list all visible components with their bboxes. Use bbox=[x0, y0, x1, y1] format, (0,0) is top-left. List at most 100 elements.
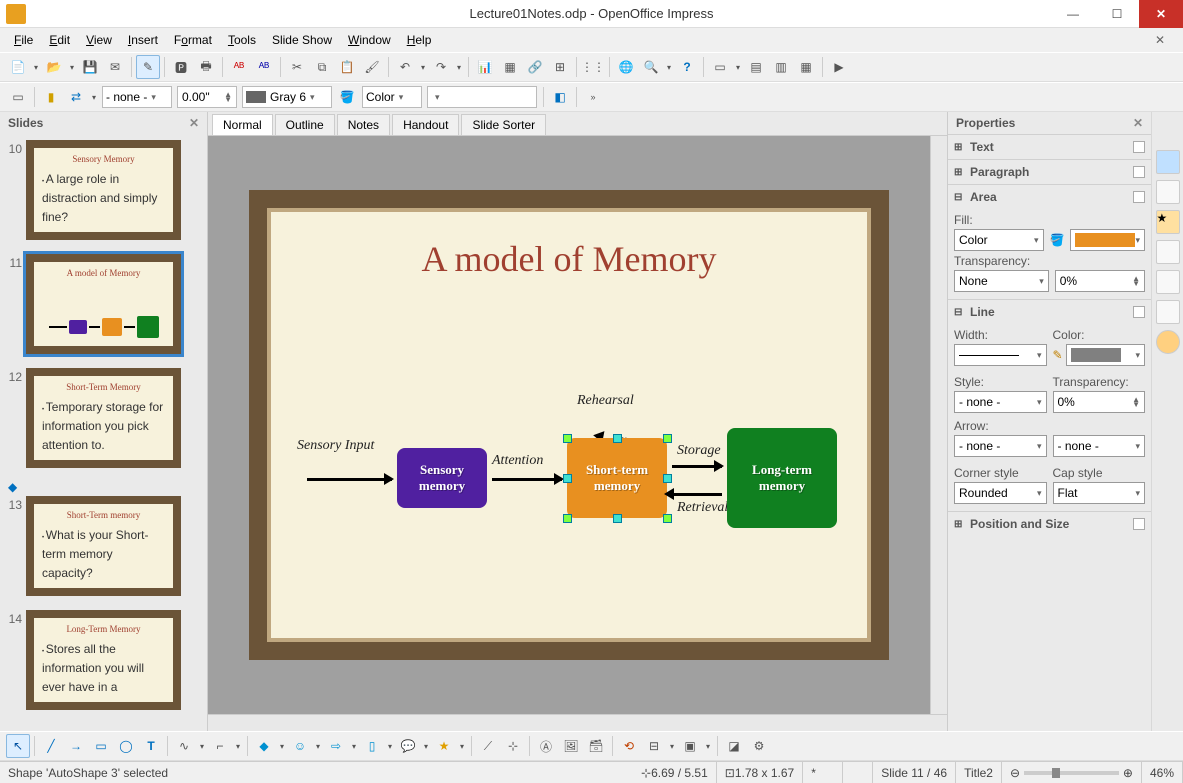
ellipse-tool-icon[interactable]: ◯ bbox=[114, 734, 138, 758]
slide-thumb[interactable]: 10 Sensory Memory• A large role in distr… bbox=[4, 138, 203, 242]
zoom-slider[interactable]: ⊖⊕ bbox=[1002, 762, 1142, 783]
gallery-icon[interactable]: 🗃 bbox=[584, 734, 608, 758]
shadow-icon[interactable]: ◧ bbox=[548, 85, 572, 109]
spellcheck-icon[interactable]: ᴬᴮ bbox=[227, 55, 251, 79]
flowchart-icon[interactable]: ▯ bbox=[360, 734, 384, 758]
fill-bucket-icon[interactable]: 🪣 bbox=[1050, 233, 1065, 247]
chart-icon[interactable]: 📊 bbox=[473, 55, 497, 79]
close-button[interactable]: ✕ bbox=[1139, 0, 1183, 28]
cut-icon[interactable]: ✂ bbox=[285, 55, 309, 79]
redo-icon[interactable]: ↷ bbox=[429, 55, 453, 79]
callouts-icon[interactable]: 💬 bbox=[396, 734, 420, 758]
corner-style-select[interactable]: Rounded▾ bbox=[954, 482, 1047, 504]
edit-icon[interactable]: ✎ bbox=[136, 55, 160, 79]
tab-notes[interactable]: Notes bbox=[337, 114, 390, 135]
cap-style-select[interactable]: Flat▾ bbox=[1053, 482, 1146, 504]
gallery-tab-icon[interactable] bbox=[1156, 300, 1180, 324]
pencil-icon[interactable]: ✎ bbox=[1053, 348, 1063, 362]
stars-icon[interactable]: ★ bbox=[432, 734, 456, 758]
master-pages-tab-icon[interactable] bbox=[1156, 180, 1180, 204]
align-icon[interactable]: ⊟ bbox=[642, 734, 666, 758]
save-icon[interactable]: 💾 bbox=[78, 55, 102, 79]
collapse-icon[interactable]: ⊟ bbox=[954, 307, 966, 318]
dropdown-icon[interactable]: ▾ bbox=[233, 734, 243, 758]
highlight-icon[interactable]: ▮ bbox=[39, 85, 63, 109]
status-zoom[interactable]: 46% bbox=[1142, 762, 1183, 783]
line-transparency-spinner[interactable]: 0%▲▼ bbox=[1053, 391, 1146, 413]
slide-thumb[interactable]: 11 A model of Memory bbox=[4, 252, 203, 356]
select-arrow-icon[interactable]: ↖ bbox=[6, 734, 30, 758]
line-style-select[interactable]: - none -▾ bbox=[954, 391, 1047, 413]
rotate-icon[interactable]: ⟲ bbox=[617, 734, 641, 758]
open-icon[interactable]: 📂 bbox=[42, 55, 66, 79]
line-width-spinner[interactable]: 0.00"▲▼ bbox=[177, 86, 237, 108]
slide-master-icon[interactable]: ▦ bbox=[794, 55, 818, 79]
tab-handout[interactable]: Handout bbox=[392, 114, 459, 135]
email-icon[interactable]: ✉ bbox=[103, 55, 127, 79]
section-options-icon[interactable] bbox=[1133, 166, 1145, 178]
styles-tab-icon[interactable] bbox=[1156, 270, 1180, 294]
menu-slideshow[interactable]: Slide Show bbox=[264, 30, 340, 50]
area-color-select[interactable]: ▾ bbox=[427, 86, 537, 108]
points-edit-icon[interactable]: ⟋ bbox=[476, 734, 500, 758]
transparency-spinner[interactable]: 0%▲▼ bbox=[1055, 270, 1145, 292]
slide-title[interactable]: A model of Memory bbox=[267, 238, 871, 280]
dropdown-icon[interactable]: ▾ bbox=[454, 55, 464, 79]
slide-thumb[interactable]: 14 Long-Term Memory• Stores all the info… bbox=[4, 608, 203, 712]
dropdown-icon[interactable]: ▾ bbox=[457, 734, 467, 758]
expand-icon[interactable]: ⊞ bbox=[954, 167, 966, 178]
document-close-icon[interactable]: ✕ bbox=[1147, 30, 1173, 50]
arrow-end-select[interactable]: - none -▾ bbox=[1053, 435, 1146, 457]
custom-animation-tab-icon[interactable]: ★ bbox=[1156, 210, 1180, 234]
fontwork-icon[interactable]: Ⓐ bbox=[534, 734, 558, 758]
slide-layout-icon[interactable]: ▤ bbox=[744, 55, 768, 79]
panel-close-icon[interactable]: ✕ bbox=[1133, 116, 1143, 130]
dropdown-icon[interactable]: ▾ bbox=[31, 55, 41, 79]
maximize-button[interactable]: ☐ bbox=[1095, 0, 1139, 28]
line-color-select[interactable]: Gray 6▾ bbox=[242, 86, 332, 108]
section-options-icon[interactable] bbox=[1133, 141, 1145, 153]
autospell-icon[interactable]: ᴬᴮ bbox=[252, 55, 276, 79]
dropdown-icon[interactable]: ▾ bbox=[703, 734, 713, 758]
area-mode-select[interactable]: Color▾ bbox=[362, 86, 422, 108]
dropdown-icon[interactable]: ▾ bbox=[385, 734, 395, 758]
box-longterm-memory[interactable]: Long-term memory bbox=[727, 428, 837, 528]
print-icon[interactable]: 🖶 bbox=[194, 55, 218, 79]
section-area[interactable]: Area bbox=[970, 190, 997, 204]
section-options-icon[interactable] bbox=[1133, 518, 1145, 530]
section-possize[interactable]: Position and Size bbox=[970, 517, 1069, 531]
fill-bucket-icon[interactable]: 🪣 bbox=[335, 85, 359, 109]
slide-transition-tab-icon[interactable] bbox=[1156, 240, 1180, 264]
dropdown-icon[interactable]: ▾ bbox=[197, 734, 207, 758]
dropdown-icon[interactable]: ▾ bbox=[89, 85, 99, 109]
section-options-icon[interactable] bbox=[1133, 306, 1145, 318]
rectangle-tool-icon[interactable]: ▭ bbox=[89, 734, 113, 758]
dropdown-icon[interactable]: ▾ bbox=[418, 55, 428, 79]
box-sensory-memory[interactable]: Sensory memory bbox=[397, 448, 487, 508]
vertical-scrollbar[interactable] bbox=[930, 136, 947, 714]
zoom-icon[interactable]: 🌐 bbox=[614, 55, 638, 79]
section-text[interactable]: Text bbox=[970, 140, 994, 154]
slide-thumb[interactable]: 12 Short-Term Memory• Temporary storage … bbox=[4, 366, 203, 470]
tab-outline[interactable]: Outline bbox=[275, 114, 335, 135]
line-endcap-icon[interactable]: ⇄ bbox=[64, 85, 88, 109]
expand-icon[interactable]: ⊞ bbox=[954, 519, 966, 530]
arrow-select-icon[interactable]: ▭ bbox=[6, 85, 30, 109]
line-style-select[interactable]: - none -▾ bbox=[102, 86, 172, 108]
slides-list[interactable]: 10 Sensory Memory• A large role in distr… bbox=[0, 134, 207, 731]
slide-canvas-viewport[interactable]: A model of Memory Sensory Input Sensory … bbox=[208, 136, 930, 714]
slide-design-icon[interactable]: ▥ bbox=[769, 55, 793, 79]
line-tool-icon[interactable]: ╱ bbox=[39, 734, 63, 758]
menu-view[interactable]: View bbox=[78, 30, 120, 50]
collapse-icon[interactable]: ⊟ bbox=[954, 192, 966, 203]
arrow-start-select[interactable]: - none -▾ bbox=[954, 435, 1047, 457]
basic-shapes-icon[interactable]: ◆ bbox=[252, 734, 276, 758]
menu-file[interactable]: File bbox=[6, 30, 41, 50]
undo-icon[interactable]: ↶ bbox=[393, 55, 417, 79]
slide-icon[interactable]: ▭ bbox=[708, 55, 732, 79]
properties-tab-icon[interactable] bbox=[1156, 150, 1180, 174]
navigator-tab-icon[interactable] bbox=[1156, 330, 1180, 354]
dropdown-icon[interactable]: ▾ bbox=[67, 55, 77, 79]
arrow-tool-icon[interactable]: → bbox=[64, 734, 88, 758]
help-icon[interactable]: ? bbox=[675, 55, 699, 79]
